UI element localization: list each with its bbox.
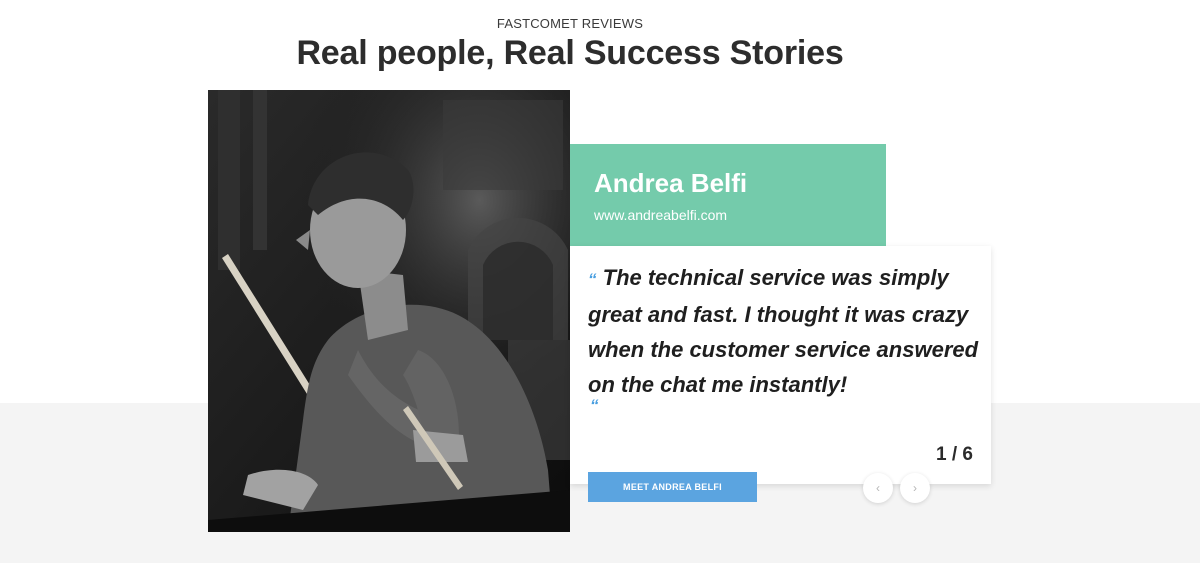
testimonial-photo <box>208 90 570 532</box>
close-quote-icon: “ <box>590 396 599 415</box>
customer-website: www.andreabelfi.com <box>594 207 728 223</box>
testimonial-name-card: Andrea Belfi www.andreabelfi.com <box>570 144 886 246</box>
chevron-left-icon: ‹ <box>876 481 880 495</box>
testimonial-quote-card: “ The technical service was simply great… <box>570 246 991 484</box>
meet-customer-button[interactable]: MEET ANDREA BELFI <box>588 472 757 502</box>
chevron-right-icon: › <box>913 481 917 495</box>
quote-text: The technical service was simply great a… <box>588 265 979 397</box>
drummer-photo <box>208 90 570 532</box>
next-slide-button[interactable]: › <box>900 473 930 503</box>
customer-name: Andrea Belfi <box>594 168 748 198</box>
open-quote-icon: “ <box>588 270 597 289</box>
prev-slide-button[interactable]: ‹ <box>863 473 893 503</box>
section-eyebrow: FASTCOMET REVIEWS <box>496 16 644 31</box>
testimonial-quote: “ The technical service was simply great… <box>588 260 980 402</box>
section-headline: Real people, Real Success Stories <box>296 34 844 72</box>
slide-counter: 1 / 6 <box>936 444 973 465</box>
